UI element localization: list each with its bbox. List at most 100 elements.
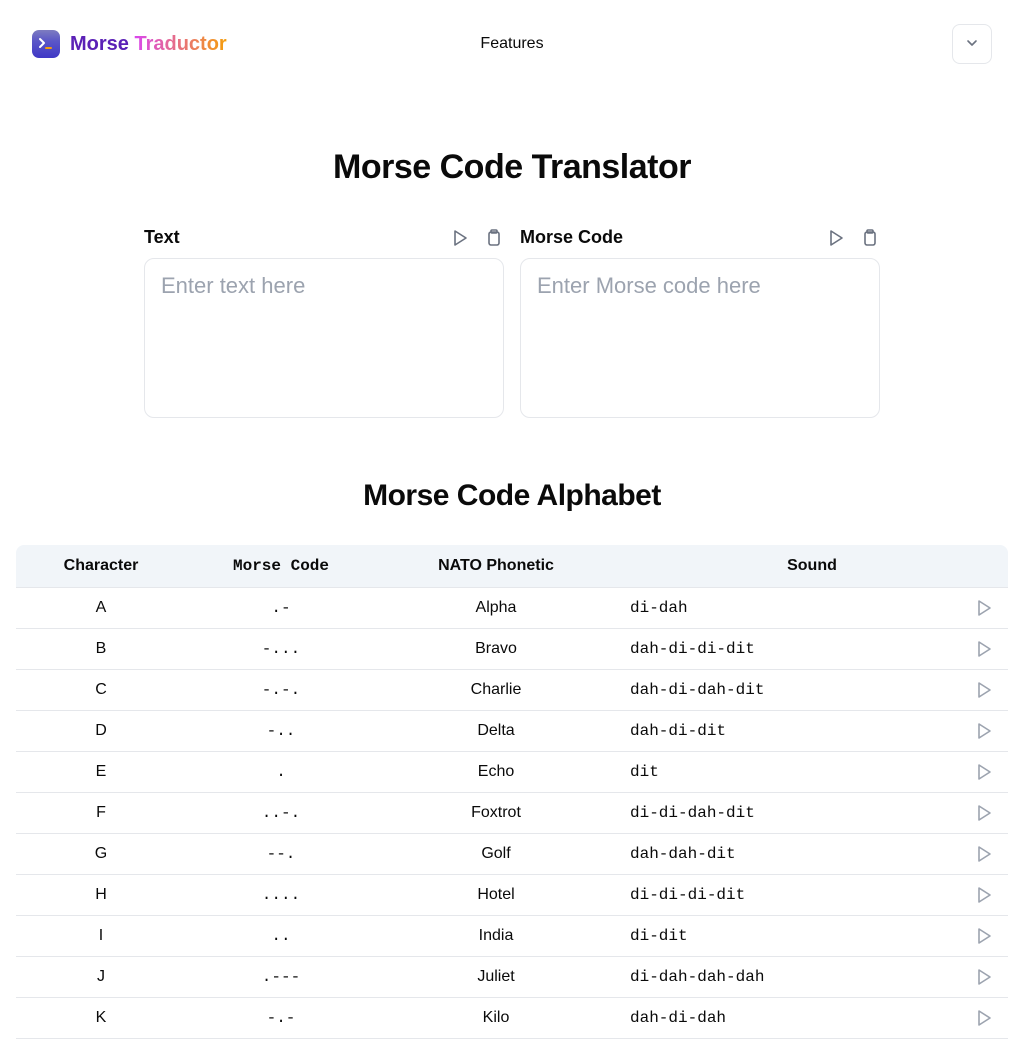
morse-input[interactable] [520, 258, 880, 418]
cell-morse: -.-. [186, 670, 376, 711]
play-icon[interactable] [974, 639, 994, 659]
table-row: C-.-.Charlie dah-di-dah-dit [16, 670, 1008, 711]
play-icon[interactable] [974, 762, 994, 782]
sound-text: di-dah [630, 599, 688, 617]
table-row: I..India di-dit [16, 916, 1008, 957]
cell-character: B [16, 629, 186, 670]
play-icon[interactable] [450, 228, 470, 248]
terminal-icon [32, 30, 60, 58]
sound-text: dah-di-dah-dit [630, 681, 764, 699]
text-panel: Text [144, 227, 504, 423]
cell-nato: Kilo [376, 998, 616, 1039]
cell-sound: di-di-dah-dit [616, 793, 1008, 834]
sound-text: di-di-di-dit [630, 886, 745, 904]
cell-sound: dah-di-dah-dit [616, 670, 1008, 711]
table-row: H....Hotel di-di-di-dit [16, 875, 1008, 916]
alphabet-title: Morse Code Alphabet [0, 479, 1024, 513]
cell-nato: Echo [376, 752, 616, 793]
play-icon[interactable] [974, 926, 994, 946]
cell-character: K [16, 998, 186, 1039]
cell-character: D [16, 711, 186, 752]
table-row: A.-Alpha di-dah [16, 588, 1008, 629]
play-icon[interactable] [974, 885, 994, 905]
play-icon[interactable] [974, 844, 994, 864]
sound-text: dah-di-dit [630, 722, 726, 740]
cell-sound: dah-di-di-dit [616, 629, 1008, 670]
table-row: F..-.Foxtrot di-di-dah-dit [16, 793, 1008, 834]
sound-text: dit [630, 763, 659, 781]
cell-morse: -.. [186, 711, 376, 752]
menu-dropdown-button[interactable] [952, 24, 992, 64]
play-icon[interactable] [826, 228, 846, 248]
page-title: Morse Code Translator [0, 148, 1024, 187]
morse-panel-label: Morse Code [520, 227, 623, 248]
alphabet-table: Character Morse Code NATO Phonetic Sound… [16, 545, 1008, 1039]
play-icon[interactable] [974, 680, 994, 700]
play-icon[interactable] [974, 598, 994, 618]
play-icon[interactable] [974, 967, 994, 987]
sound-text: dah-di-di-dit [630, 640, 755, 658]
cell-sound: dit [616, 752, 1008, 793]
table-row: E.Echodit [16, 752, 1008, 793]
play-icon[interactable] [974, 721, 994, 741]
clipboard-icon[interactable] [484, 228, 504, 248]
cell-morse: ..-. [186, 793, 376, 834]
sound-text: dah-dah-dit [630, 845, 736, 863]
cell-nato: Foxtrot [376, 793, 616, 834]
table-row: G--.Golf dah-dah-dit [16, 834, 1008, 875]
cell-sound: dah-di-dah [616, 998, 1008, 1039]
cell-nato: Alpha [376, 588, 616, 629]
morse-panel: Morse Code [520, 227, 880, 423]
play-icon[interactable] [974, 1008, 994, 1028]
cell-sound: di-dah [616, 588, 1008, 629]
cell-nato: Charlie [376, 670, 616, 711]
cell-character: J [16, 957, 186, 998]
brand-text: Morse Traductor [70, 33, 227, 56]
col-header-morse: Morse Code [186, 545, 376, 588]
cell-character: A [16, 588, 186, 629]
cell-character: E [16, 752, 186, 793]
cell-character: F [16, 793, 186, 834]
col-header-character: Character [16, 545, 186, 588]
cell-character: H [16, 875, 186, 916]
cell-morse: .... [186, 875, 376, 916]
sound-text: dah-di-dah [630, 1009, 726, 1027]
col-header-nato: NATO Phonetic [376, 545, 616, 588]
cell-morse: .- [186, 588, 376, 629]
cell-nato: Delta [376, 711, 616, 752]
text-input[interactable] [144, 258, 504, 418]
cell-sound: di-di-di-dit [616, 875, 1008, 916]
cell-morse: --. [186, 834, 376, 875]
cell-sound: di-dit [616, 916, 1008, 957]
cell-nato: Hotel [376, 875, 616, 916]
cell-morse: -... [186, 629, 376, 670]
cell-nato: Golf [376, 834, 616, 875]
cell-sound: dah-di-dit [616, 711, 1008, 752]
cell-character: I [16, 916, 186, 957]
sound-text: di-dah-dah-dah [630, 968, 764, 986]
cell-morse: -.- [186, 998, 376, 1039]
table-row: K-.-Kilo dah-di-dah [16, 998, 1008, 1039]
cell-character: C [16, 670, 186, 711]
play-icon[interactable] [974, 803, 994, 823]
cell-sound: dah-dah-dit [616, 834, 1008, 875]
text-panel-label: Text [144, 227, 180, 248]
cell-nato: India [376, 916, 616, 957]
cell-nato: Bravo [376, 629, 616, 670]
cell-sound: di-dah-dah-dah [616, 957, 1008, 998]
chevron-down-icon [965, 36, 979, 53]
cell-character: G [16, 834, 186, 875]
cell-morse: . [186, 752, 376, 793]
cell-morse: .--- [186, 957, 376, 998]
translator-panels: Text Morse Code [144, 227, 880, 423]
clipboard-icon[interactable] [860, 228, 880, 248]
table-row: J.---Julietdi-dah-dah-dah [16, 957, 1008, 998]
sound-text: di-di-dah-dit [630, 804, 755, 822]
sound-text: di-dit [630, 927, 688, 945]
col-header-sound: Sound [616, 545, 1008, 588]
table-row: B-...Bravo dah-di-di-dit [16, 629, 1008, 670]
brand[interactable]: Morse Traductor [32, 30, 227, 58]
cell-morse: .. [186, 916, 376, 957]
table-row: D-..Delta dah-di-dit [16, 711, 1008, 752]
nav-features[interactable]: Features [480, 35, 543, 53]
